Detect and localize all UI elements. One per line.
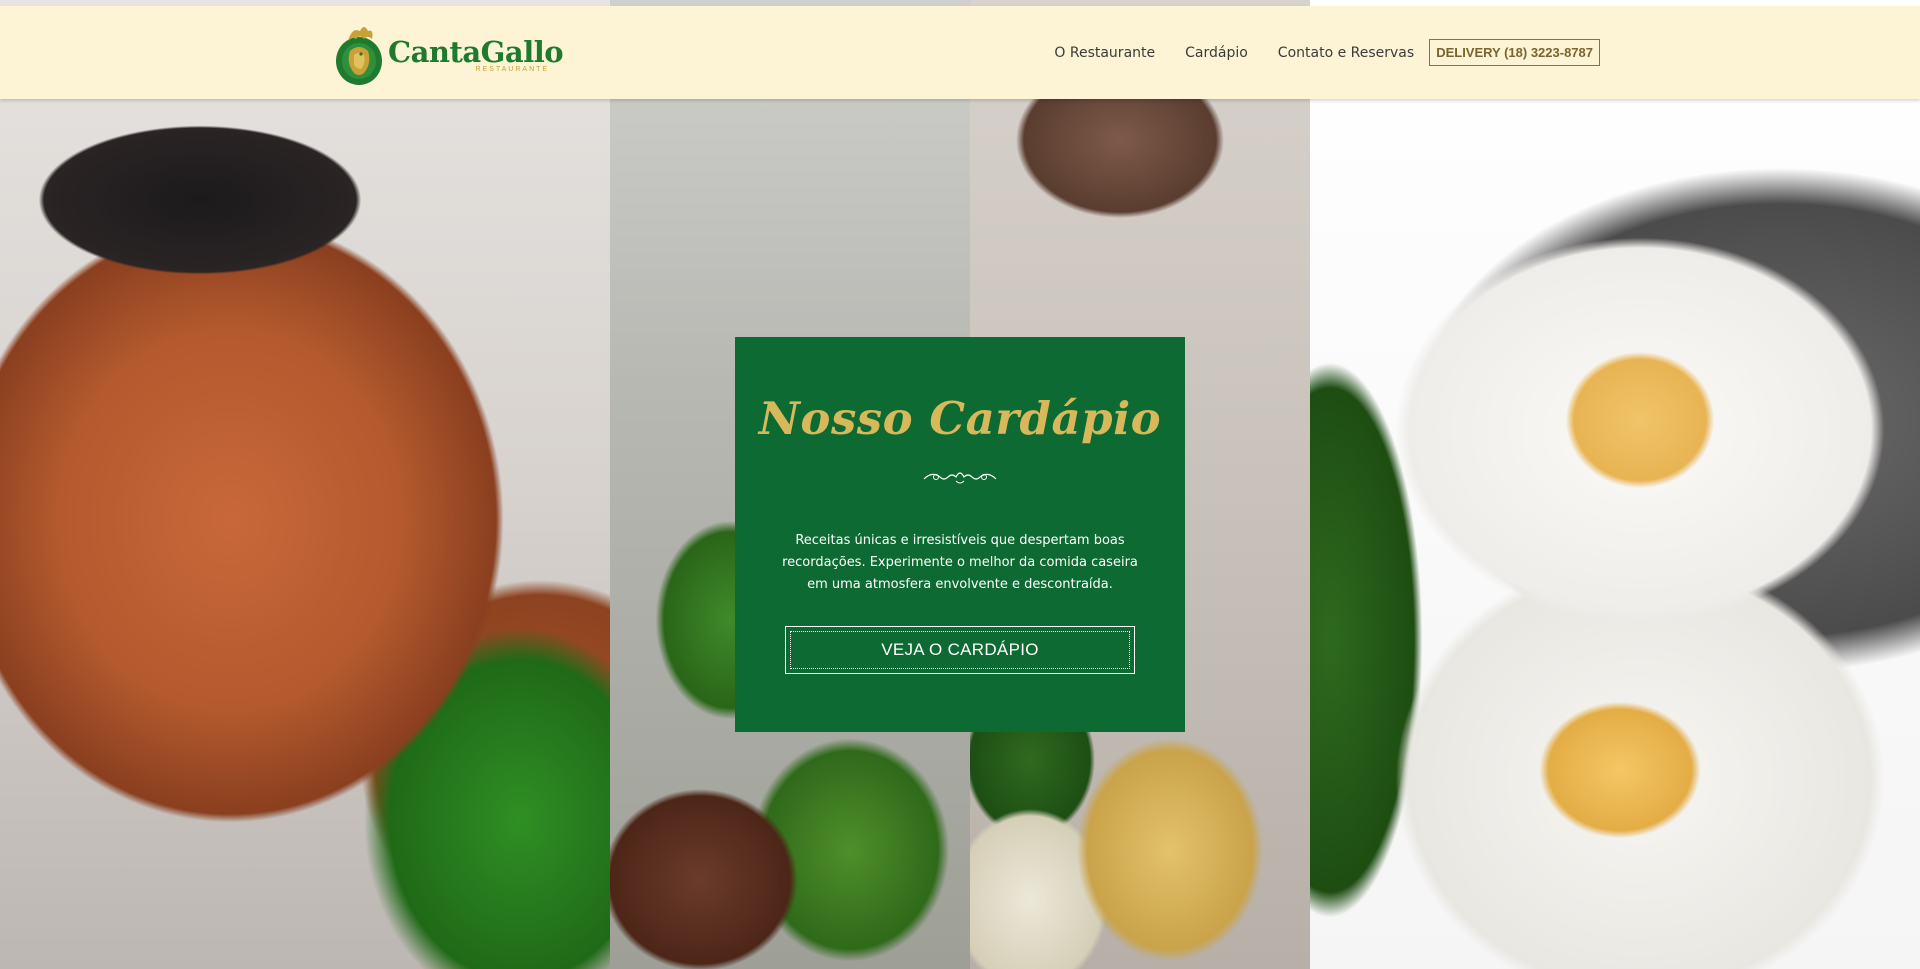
nav-item-restaurante[interactable]: O Restaurante bbox=[1054, 45, 1155, 61]
site-header: CantaGallo RESTAURANTE O Restaurante Car… bbox=[0, 6, 1920, 99]
menu-card-title: Nosso Cardápio bbox=[758, 392, 1162, 445]
hero-photo-feijoada bbox=[0, 0, 610, 969]
nav-item-contato[interactable]: Contato e Reservas bbox=[1278, 45, 1414, 61]
ornament-divider-icon bbox=[923, 472, 997, 484]
view-menu-button-label: VEJA O CARDÁPIO bbox=[790, 631, 1130, 669]
logo-subtitle: RESTAURANTE bbox=[475, 65, 550, 73]
nav-item-cardapio[interactable]: Cardápio bbox=[1185, 45, 1248, 61]
logo-name: CantaGallo bbox=[388, 34, 564, 69]
hero-photo-fried-eggs bbox=[1310, 0, 1920, 969]
delivery-phone-button[interactable]: DELIVERY (18) 3223-8787 bbox=[1429, 39, 1600, 66]
page: CantaGallo RESTAURANTE O Restaurante Car… bbox=[0, 0, 1920, 969]
main-nav: O Restaurante Cardápio Contato e Reserva… bbox=[1024, 6, 1600, 99]
view-menu-button[interactable]: VEJA O CARDÁPIO bbox=[785, 626, 1135, 674]
menu-card-description: Receitas únicas e irresistíveis que desp… bbox=[782, 533, 1138, 592]
menu-card: Nosso Cardápio Receitas únicas e irresis… bbox=[735, 337, 1185, 732]
logo[interactable]: CantaGallo RESTAURANTE bbox=[334, 21, 564, 87]
rooster-icon bbox=[336, 27, 382, 85]
